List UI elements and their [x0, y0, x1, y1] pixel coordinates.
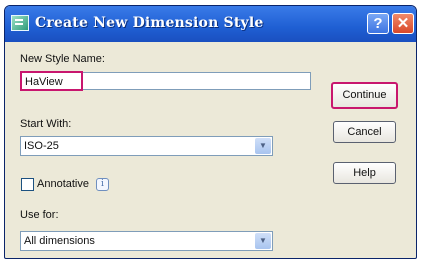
use-for-select[interactable]: All dimensions ▼: [20, 231, 273, 251]
dialog-title: Create New Dimension Style: [35, 15, 264, 31]
new-style-name-input-extension[interactable]: [83, 72, 311, 90]
use-for-value: All dimensions: [24, 235, 95, 247]
chevron-down-icon[interactable]: ▼: [255, 138, 271, 154]
title-bar[interactable]: Create New Dimension Style ? ✕: [5, 6, 416, 42]
annotative-checkbox[interactable]: [21, 178, 34, 191]
annotative-label: Annotative: [37, 178, 89, 190]
new-style-name-input[interactable]: HaView: [20, 71, 83, 91]
help-icon[interactable]: ?: [367, 13, 389, 34]
close-icon[interactable]: ✕: [392, 13, 414, 34]
dimension-style-icon: [11, 15, 29, 31]
create-new-dimension-style-dialog: Create New Dimension Style ? ✕ New Style…: [4, 5, 417, 259]
cancel-button[interactable]: Cancel: [333, 121, 396, 143]
continue-button[interactable]: Continue: [331, 82, 398, 109]
start-with-label: Start With:: [20, 118, 72, 130]
new-style-name-label: New Style Name:: [20, 53, 105, 65]
start-with-select[interactable]: ISO-25 ▼: [20, 136, 273, 156]
start-with-value: ISO-25: [24, 140, 59, 152]
info-icon[interactable]: i: [96, 178, 109, 191]
use-for-label: Use for:: [20, 209, 59, 221]
help-button[interactable]: Help: [333, 162, 396, 184]
chevron-down-icon[interactable]: ▼: [255, 233, 271, 249]
